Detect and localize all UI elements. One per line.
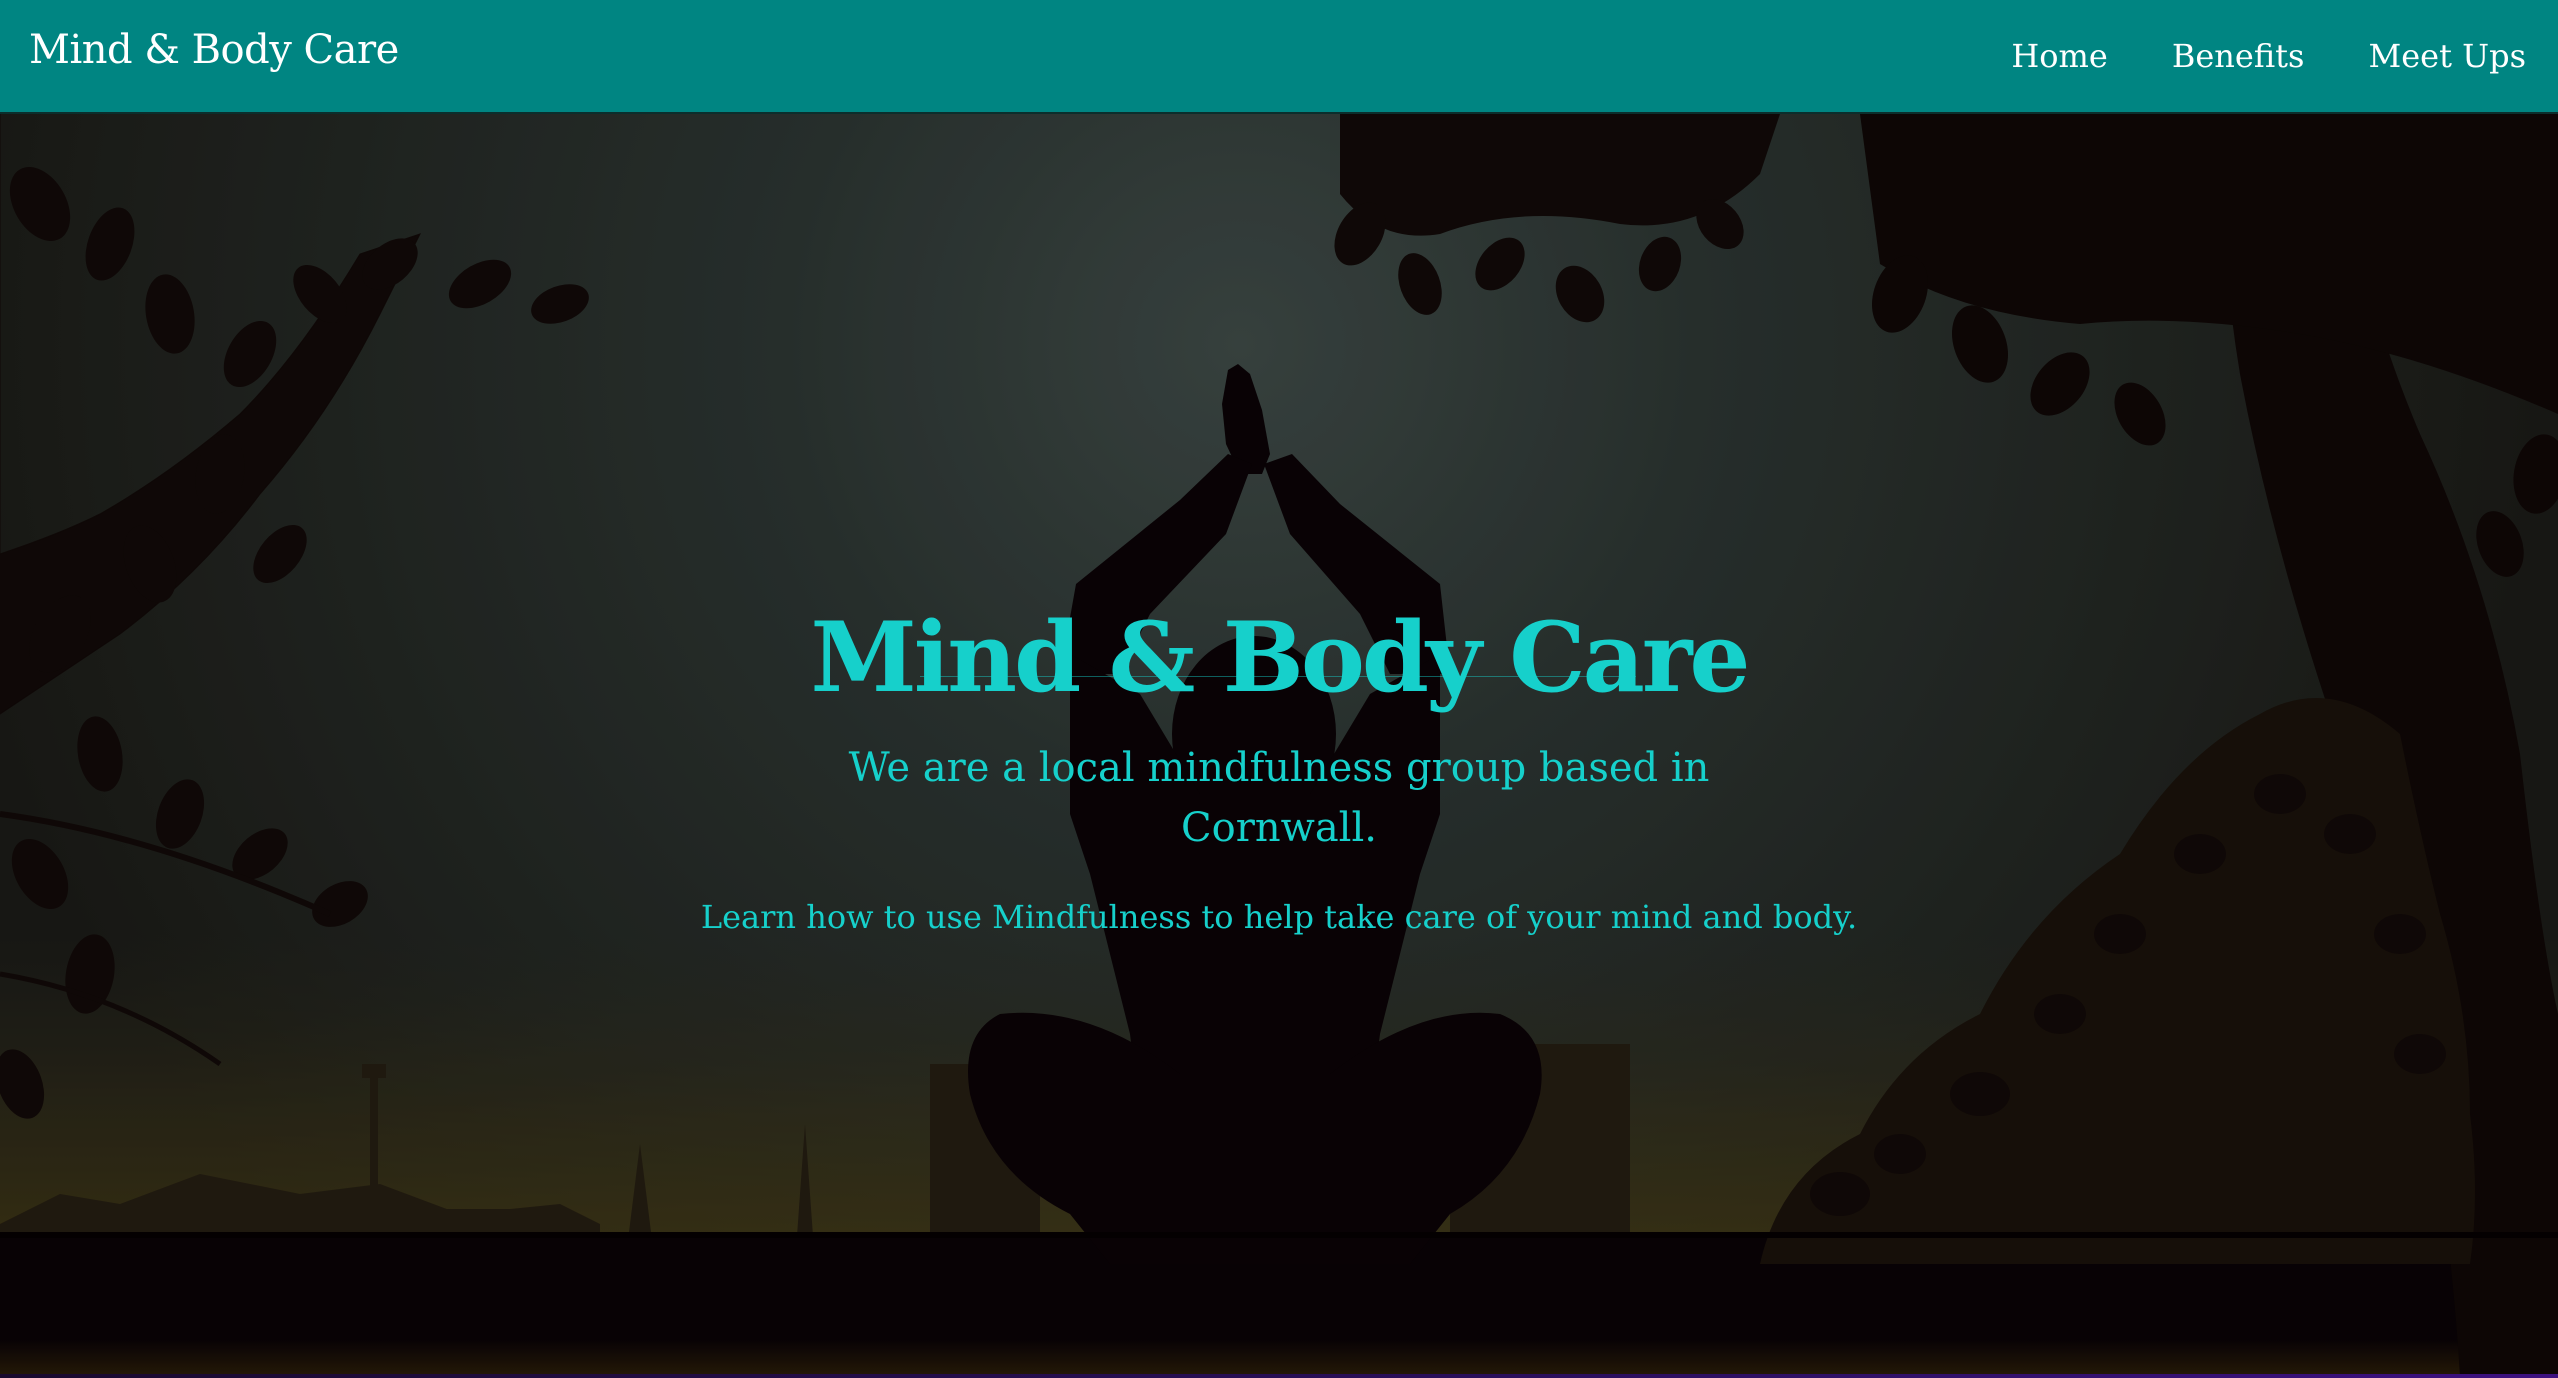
hero-tagline: Learn how to use Mindfulness to help tak… xyxy=(700,898,1858,936)
nav-link-benefits[interactable]: Benefits xyxy=(2172,40,2305,72)
nav-link-home[interactable]: Home xyxy=(2011,40,2107,72)
hero-title: Mind & Body Care xyxy=(810,601,1751,715)
brand-link[interactable]: Mind & Body Care xyxy=(29,30,399,70)
hero-subtitle: We are a local mindfulness group based i… xyxy=(848,745,1710,851)
hero-section: Mind & Body Care We are a local mindfuln… xyxy=(0,114,2558,1376)
nav-link-meet-ups[interactable]: Meet Ups xyxy=(2368,40,2526,72)
nav-links: Home Benefits Meet Ups xyxy=(2011,40,2526,72)
navbar: Mind & Body Care Home Benefits Meet Ups xyxy=(0,0,2558,114)
bottom-edge xyxy=(0,1374,2558,1378)
hero-divider xyxy=(920,676,1636,677)
page: Mind & Body Care Home Benefits Meet Ups xyxy=(0,0,2558,1378)
